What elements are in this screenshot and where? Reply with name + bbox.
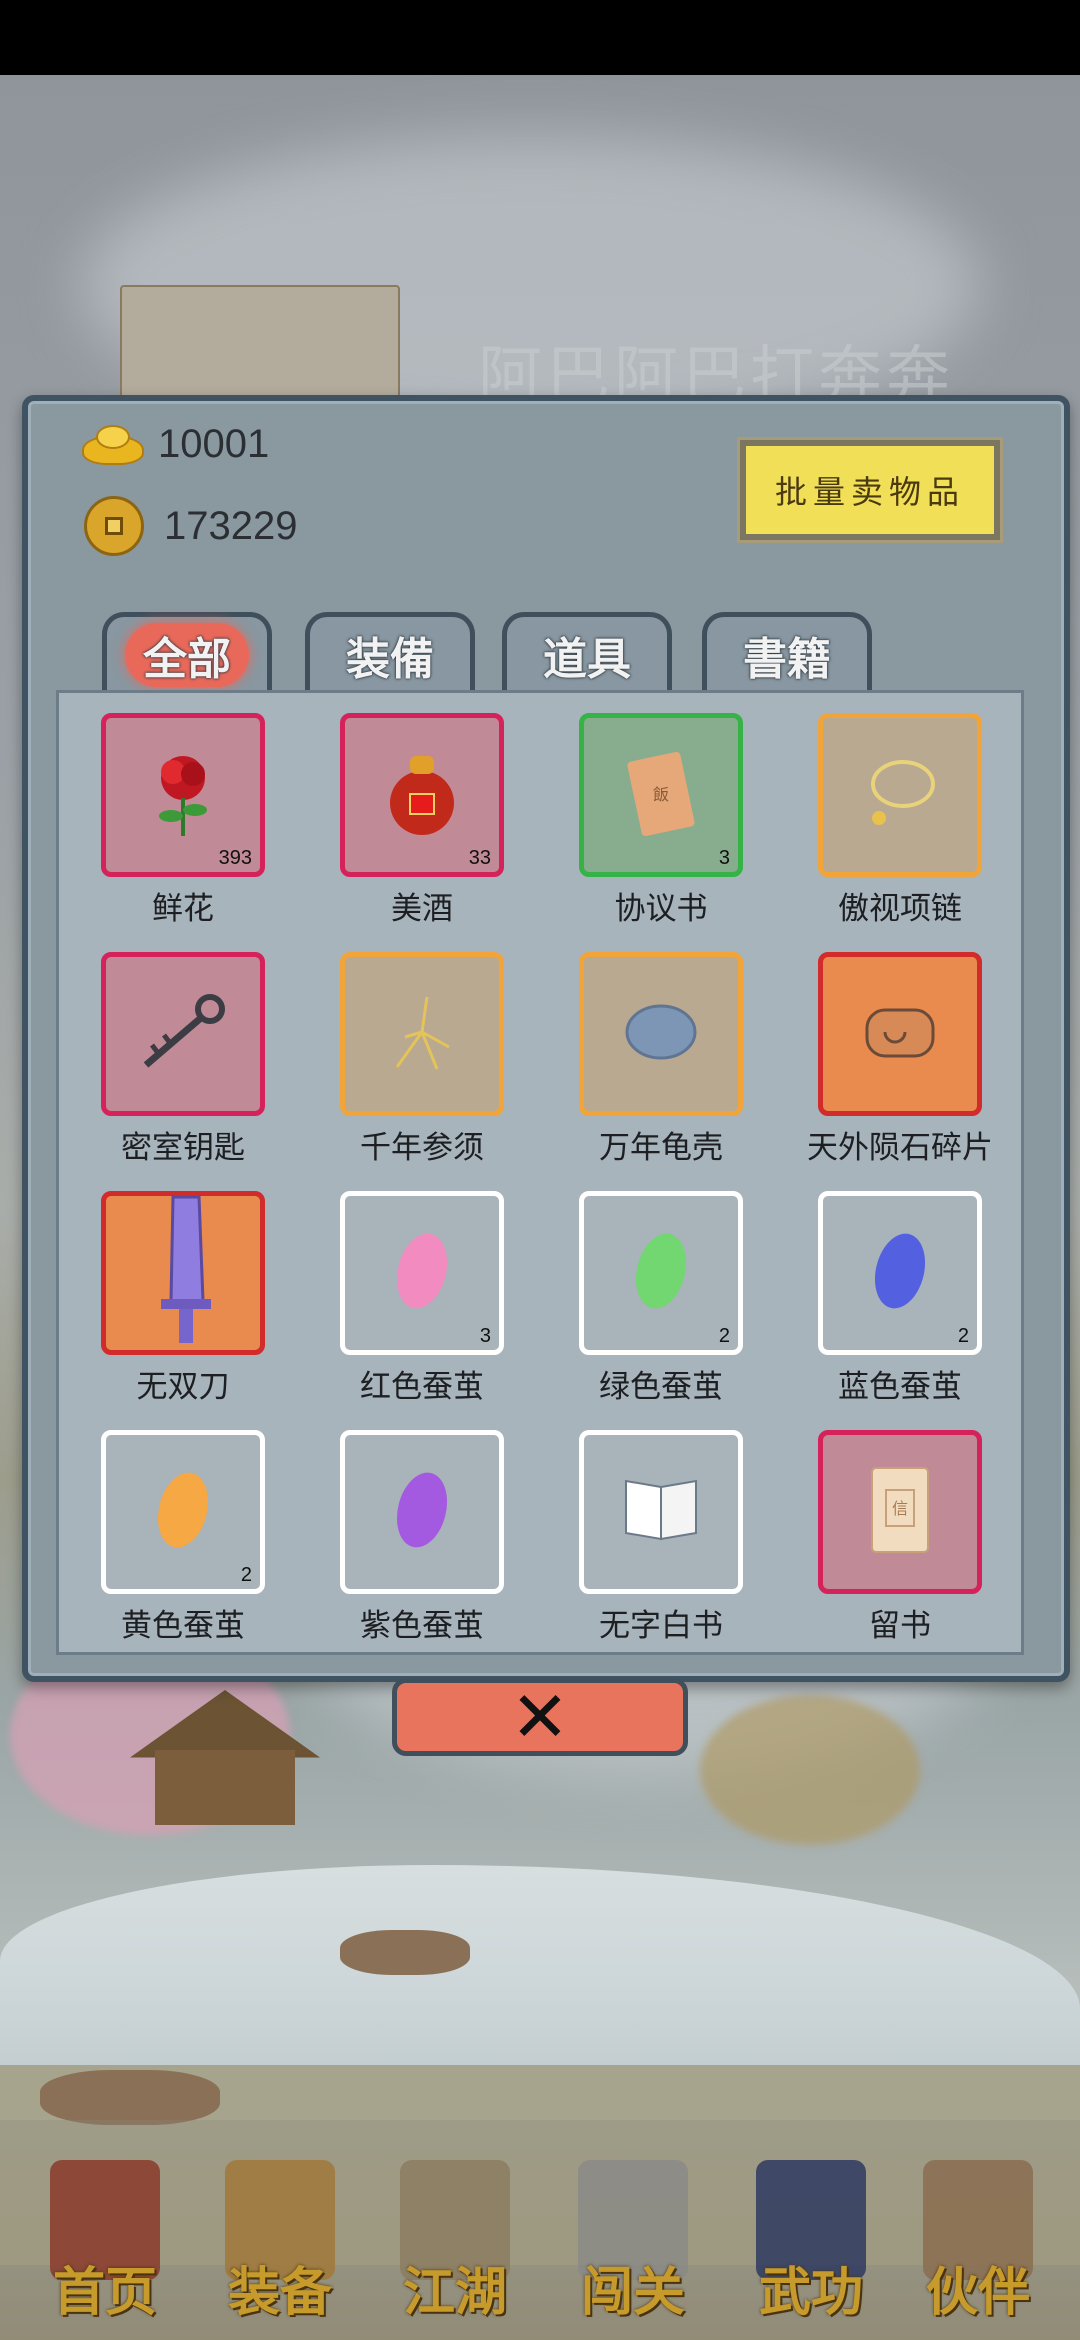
item-name: 留书	[869, 1608, 931, 1644]
inventory-item-cell[interactable]	[818, 952, 982, 1116]
close-button[interactable]: ✕	[392, 1676, 688, 1758]
rose-icon	[143, 748, 223, 842]
nav-item[interactable]: 江湖	[370, 2120, 540, 2340]
item-name: 蓝色蚕茧	[838, 1369, 962, 1405]
necklace-icon	[855, 748, 945, 842]
nav-item[interactable]: 首页	[20, 2120, 190, 2340]
rock	[40, 2070, 220, 2125]
nav-label: 装备	[227, 2262, 332, 2323]
ingot-amount: 10001	[158, 422, 270, 466]
nav-item[interactable]: 武功	[726, 2120, 896, 2340]
inventory-item-cell[interactable]	[818, 713, 982, 877]
item-name: 红色蚕茧	[360, 1369, 484, 1405]
tab-all[interactable]: 全部	[102, 612, 272, 692]
item-count: 33	[468, 847, 491, 869]
blade-icon	[143, 1191, 223, 1355]
item-count: 2	[957, 1325, 969, 1347]
tab-books[interactable]: 書籍	[702, 612, 872, 692]
meteorite-icon	[855, 992, 945, 1076]
inventory-item-cell[interactable]: 3	[340, 1191, 504, 1355]
nav-item[interactable]: 伙伴	[893, 2120, 1063, 2340]
bulk-sell-button[interactable]: 批量卖物品	[737, 437, 1003, 543]
ingot-balance: 10001	[78, 422, 269, 467]
inventory-item-cell[interactable]	[579, 952, 743, 1116]
item-count: 3	[479, 1325, 491, 1347]
nav-item[interactable]: 装备	[195, 2120, 365, 2340]
yellow-cocoon-icon	[148, 1460, 218, 1564]
tab-label: 書籍	[743, 633, 831, 685]
item-count: 3	[718, 847, 730, 869]
tab-equipment[interactable]: 装備	[305, 612, 475, 692]
letter-icon: 信	[860, 1460, 940, 1564]
item-name: 天外陨石碎片	[807, 1130, 993, 1166]
nav-item[interactable]: 闯关	[548, 2120, 718, 2340]
wine-jar-icon	[382, 748, 462, 842]
purple-cocoon-icon	[387, 1460, 457, 1564]
nav-label: 伙伴	[925, 2262, 1030, 2323]
tab-props[interactable]: 道具	[502, 612, 672, 692]
key-icon	[128, 987, 238, 1081]
close-icon: ✕	[510, 1676, 570, 1758]
item-name: 千年参须	[360, 1130, 484, 1166]
inventory-item-cell[interactable]: 2	[101, 1430, 265, 1594]
inventory-item-cell[interactable]: 393	[101, 713, 265, 877]
copper-coin-icon	[84, 496, 144, 556]
pink-cocoon-icon	[387, 1221, 457, 1325]
nav-label: 闯关	[580, 2262, 685, 2323]
blue-cocoon-icon	[865, 1221, 935, 1325]
coin-balance: 173229	[78, 496, 297, 556]
inventory-item-cell[interactable]: 飯3	[579, 713, 743, 877]
inventory-item-cell[interactable]	[101, 952, 265, 1116]
item-name: 美酒	[391, 891, 453, 927]
item-name: 黄色蚕茧	[121, 1608, 245, 1644]
item-name: 傲视项链	[838, 891, 962, 927]
item-name: 密室钥匙	[121, 1130, 245, 1166]
nav-label: 武功	[758, 2262, 863, 2323]
inventory-item-cell[interactable]	[579, 1430, 743, 1594]
gold-ingot-icon	[78, 423, 144, 467]
turtle-shell-icon	[616, 992, 706, 1076]
bush	[700, 1695, 920, 1845]
tab-label: 装備	[346, 633, 434, 685]
coin-amount: 173229	[164, 503, 298, 548]
inventory-item-cell[interactable]	[340, 952, 504, 1116]
inventory-item-cell[interactable]: 33	[340, 713, 504, 877]
status-bar	[0, 0, 1080, 75]
green-cocoon-icon	[626, 1221, 696, 1325]
hut	[130, 1690, 320, 1830]
blank-book-icon	[616, 1475, 706, 1549]
item-name: 紫色蚕茧	[360, 1608, 484, 1644]
ginseng-icon	[377, 987, 467, 1081]
inventory-item-cell[interactable]: 信	[818, 1430, 982, 1594]
inventory-item-cell[interactable]	[101, 1191, 265, 1355]
nav-label: 首页	[52, 2262, 157, 2323]
rock	[340, 1930, 470, 1975]
item-count: 393	[218, 847, 252, 869]
item-count: 2	[718, 1325, 730, 1347]
item-name: 绿色蚕茧	[599, 1369, 723, 1405]
inventory-item-cell[interactable]: 2	[579, 1191, 743, 1355]
inventory-item-cell[interactable]: 2	[818, 1191, 982, 1355]
tab-label: 全部	[125, 622, 249, 687]
item-name: 无字白书	[599, 1608, 723, 1644]
item-name: 万年龟壳	[599, 1130, 723, 1166]
tab-label: 道具	[543, 633, 631, 685]
item-name: 鲜花	[152, 891, 214, 927]
inventory-item-cell[interactable]	[340, 1430, 504, 1594]
hut-wall	[155, 1750, 295, 1825]
svg-text:飯: 飯	[653, 785, 669, 804]
svg-text:信: 信	[892, 1499, 908, 1518]
document-icon: 飯	[626, 748, 696, 842]
item-name: 协议书	[614, 891, 708, 927]
item-name: 无双刀	[136, 1369, 230, 1405]
item-count: 2	[240, 1564, 252, 1586]
nav-label: 江湖	[402, 2262, 507, 2323]
